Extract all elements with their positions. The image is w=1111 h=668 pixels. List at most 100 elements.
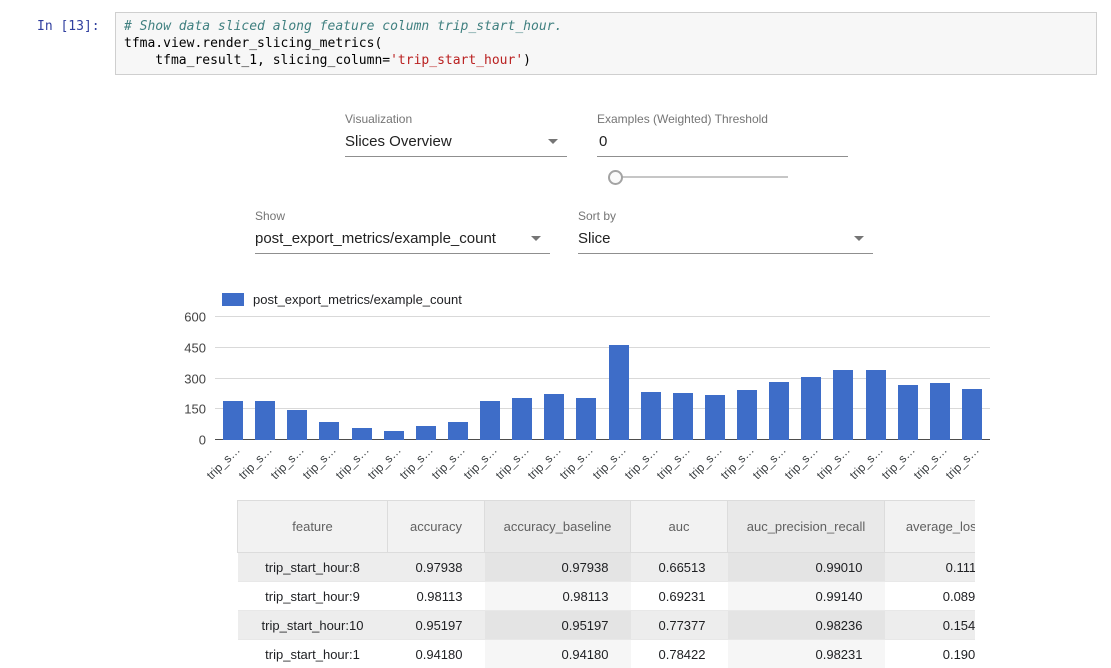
threshold-input[interactable] — [597, 133, 850, 156]
sort-by-dropdown[interactable]: Slice — [578, 230, 873, 254]
bar-slot: trip_s… — [410, 317, 442, 440]
bar-slot: trip_s… — [474, 317, 506, 440]
bar[interactable] — [480, 401, 500, 440]
bar-slot: trip_s… — [249, 317, 281, 440]
column-header[interactable]: auc — [631, 501, 728, 553]
bar[interactable] — [737, 390, 757, 440]
notebook-cell: In [13]: # Show data sliced along featur… — [37, 12, 1097, 75]
y-axis: 0150300450600 — [155, 317, 215, 440]
metric-cell: 0.95197 — [388, 611, 485, 640]
bar[interactable] — [833, 370, 853, 440]
metric-cell: 0.94180 — [388, 640, 485, 668]
sort-by-control: Sort by Slice — [578, 209, 873, 254]
table-row[interactable]: trip_start_hour:80.979380.979380.665130.… — [238, 553, 976, 582]
metric-cell: 0.98113 — [388, 582, 485, 611]
bar-slot: trip_s… — [281, 317, 313, 440]
bar[interactable] — [898, 385, 918, 440]
column-header[interactable]: auc_precision_recall — [728, 501, 885, 553]
bar-chart: 0150300450600 trip_s…trip_s…trip_s…trip_… — [155, 317, 990, 440]
bar-slot: trip_s… — [570, 317, 602, 440]
bar-slot: trip_s… — [313, 317, 345, 440]
show-label: Show — [255, 209, 550, 223]
dropdown-arrow-icon — [531, 236, 541, 241]
bar[interactable] — [352, 428, 372, 440]
bar[interactable] — [641, 392, 661, 440]
visualization-dropdown[interactable]: Slices Overview — [345, 133, 567, 157]
threshold-label: Examples (Weighted) Threshold — [597, 112, 848, 126]
bar[interactable] — [962, 389, 982, 440]
bar[interactable] — [512, 398, 532, 440]
bar[interactable] — [223, 401, 243, 440]
bar-slot: trip_s… — [956, 317, 988, 440]
column-header[interactable]: accuracy — [388, 501, 485, 553]
bar[interactable] — [448, 422, 468, 440]
visualization-control: Visualization Slices Overview — [345, 112, 567, 157]
feature-cell: trip_start_hour:9 — [238, 582, 388, 611]
bar-slot: trip_s… — [506, 317, 538, 440]
bar-slot: trip_s… — [924, 317, 956, 440]
slider-knob[interactable] — [608, 170, 623, 185]
metric-cell: 0.98236 — [728, 611, 885, 640]
code-line: tfma.view.render_slicing_metrics( — [124, 36, 382, 51]
y-axis-label: 450 — [184, 341, 206, 354]
visualization-value: Slices Overview — [345, 133, 452, 150]
show-control: Show post_export_metrics/example_count — [255, 209, 550, 254]
bar-slot: trip_s… — [795, 317, 827, 440]
bar[interactable] — [866, 370, 886, 440]
bar[interactable] — [609, 345, 629, 440]
y-axis-label: 0 — [199, 434, 206, 447]
code-editor[interactable]: # Show data sliced along feature column … — [115, 12, 1097, 75]
table-row[interactable]: trip_start_hour:90.981130.981130.692310.… — [238, 582, 976, 611]
bar[interactable] — [319, 422, 339, 440]
bar-slot: trip_s… — [603, 317, 635, 440]
bar[interactable] — [673, 393, 693, 440]
bar-slot: trip_s… — [892, 317, 924, 440]
metric-cell: 0.98113 — [485, 582, 631, 611]
bar[interactable] — [544, 394, 564, 440]
bar[interactable] — [576, 398, 596, 440]
table-header-row: featureaccuracyaccuracy_baselineaucauc_p… — [238, 501, 976, 553]
bar[interactable] — [801, 377, 821, 440]
metric-cell: 0.95197 — [485, 611, 631, 640]
bar[interactable] — [287, 410, 307, 440]
metrics-table: featureaccuracyaccuracy_baselineaucauc_p… — [237, 500, 975, 668]
code-content: # Show data sliced along feature column … — [124, 18, 1088, 69]
bar[interactable] — [705, 395, 725, 440]
bar-slot: trip_s… — [378, 317, 410, 440]
bar-slot: trip_s… — [442, 317, 474, 440]
column-header[interactable]: average_loss — [885, 501, 976, 553]
metric-cell: 0.77377 — [631, 611, 728, 640]
feature-cell: trip_start_hour:1 — [238, 640, 388, 668]
visualization-label: Visualization — [345, 112, 567, 126]
bar[interactable] — [384, 431, 404, 440]
sort-by-value: Slice — [578, 230, 611, 247]
bar[interactable] — [930, 383, 950, 440]
metric-cell: 0.97938 — [485, 553, 631, 582]
bar[interactable] — [255, 401, 275, 440]
bar-slot: trip_s… — [860, 317, 892, 440]
slider-track[interactable] — [614, 176, 788, 178]
metric-cell: 0.69231 — [631, 582, 728, 611]
bar-slot: trip_s… — [731, 317, 763, 440]
threshold-control: Examples (Weighted) Threshold — [597, 112, 848, 157]
bar-slot: trip_s… — [346, 317, 378, 440]
table-row[interactable]: trip_start_hour:10.941800.941800.784220.… — [238, 640, 976, 668]
y-axis-label: 600 — [184, 311, 206, 324]
feature-cell: trip_start_hour:10 — [238, 611, 388, 640]
bar[interactable] — [769, 382, 789, 440]
table-body: trip_start_hour:80.979380.979380.665130.… — [238, 553, 976, 668]
metric-cell: 0.98231 — [728, 640, 885, 668]
show-dropdown[interactable]: post_export_metrics/example_count — [255, 230, 550, 254]
code-line: ) — [523, 53, 531, 68]
metrics-table-container: featureaccuracyaccuracy_baselineaucauc_p… — [237, 500, 975, 668]
plot-area: trip_s…trip_s…trip_s…trip_s…trip_s…trip_… — [215, 317, 990, 440]
bar-slot: trip_s… — [699, 317, 731, 440]
column-header[interactable]: accuracy_baseline — [485, 501, 631, 553]
bar-slot: trip_s… — [538, 317, 570, 440]
column-header[interactable]: feature — [238, 501, 388, 553]
table-row[interactable]: trip_start_hour:100.951970.951970.773770… — [238, 611, 976, 640]
threshold-slider[interactable] — [608, 169, 788, 185]
cell-prompt: In [13]: — [37, 12, 107, 34]
threshold-input-row — [597, 133, 848, 157]
bar[interactable] — [416, 426, 436, 440]
